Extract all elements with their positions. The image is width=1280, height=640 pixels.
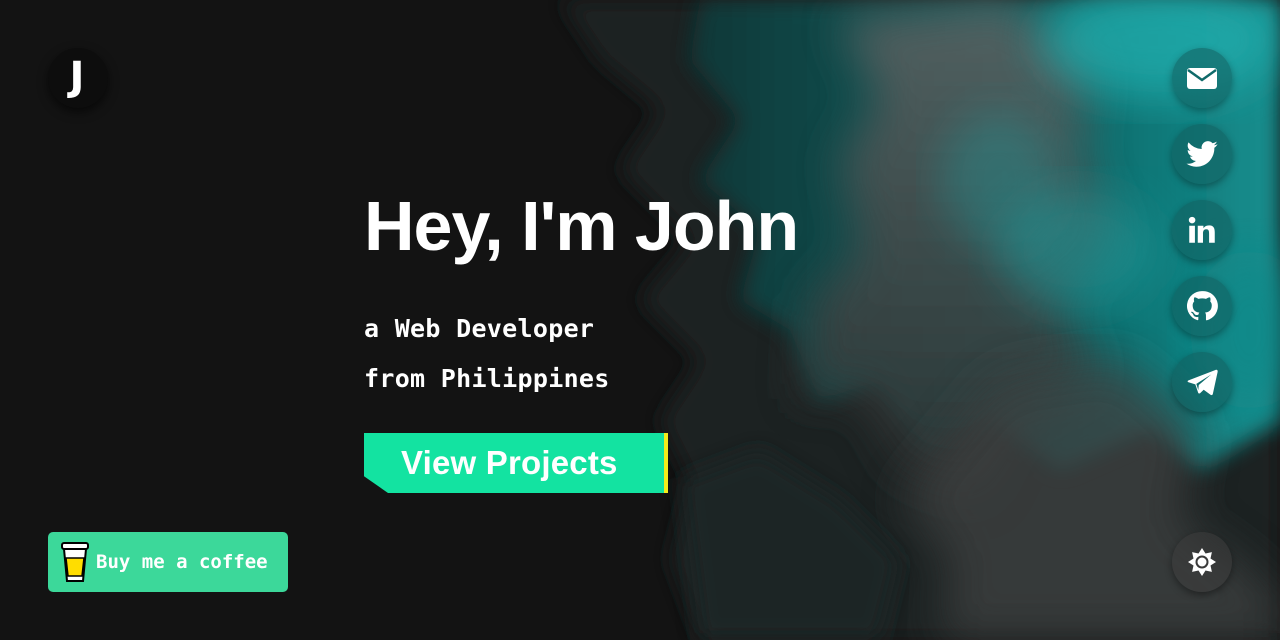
telegram-link[interactable]	[1172, 352, 1232, 412]
site-logo[interactable]: J	[48, 48, 108, 108]
view-projects-label: View Projects	[401, 444, 618, 481]
github-icon	[1186, 291, 1218, 321]
social-links	[1172, 48, 1232, 428]
github-link[interactable]	[1172, 276, 1232, 336]
hero-section: Hey, I'm John a Web Developer from Phili…	[364, 186, 799, 404]
landing-page: J Hey, I'm John a Web Developer from Phi…	[0, 0, 1280, 640]
coffee-cup-icon	[61, 542, 89, 582]
logo-letter: J	[69, 54, 85, 100]
mail-icon	[1187, 68, 1217, 89]
hero-subtitle-line-2: from Philippines	[364, 364, 610, 393]
linkedin-link[interactable]	[1172, 200, 1232, 260]
twitter-icon	[1186, 141, 1218, 167]
twitter-link[interactable]	[1172, 124, 1232, 184]
linkedin-icon	[1188, 216, 1215, 243]
theme-toggle-button[interactable]	[1172, 532, 1232, 592]
email-link[interactable]	[1172, 48, 1232, 108]
buy-me-a-coffee-label: Buy me a coffee	[96, 551, 268, 573]
hero-title: Hey, I'm John	[364, 187, 799, 265]
view-projects-button[interactable]: View Projects	[364, 433, 668, 493]
hero-subtitle-line-1: a Web Developer	[364, 314, 595, 343]
hero-subtitle: a Web Developer from Philippines	[364, 304, 798, 404]
telegram-icon	[1187, 369, 1218, 396]
sun-icon	[1188, 548, 1216, 576]
buy-me-a-coffee-button[interactable]: Buy me a coffee	[48, 532, 288, 592]
